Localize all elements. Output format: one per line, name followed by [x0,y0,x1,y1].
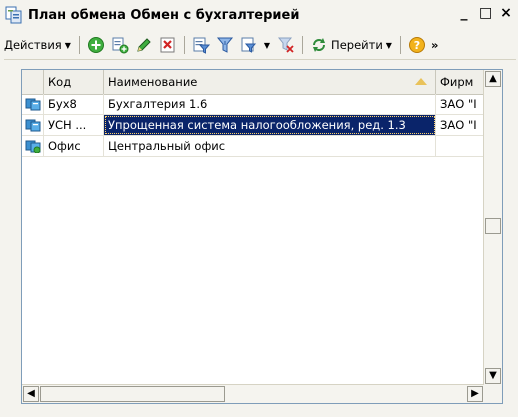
chevron-down-icon[interactable]: ▼ [264,41,270,50]
scroll-left-button[interactable]: ◀ [23,386,39,402]
horizontal-scroll-thumb[interactable] [40,386,225,402]
scroll-right-button[interactable]: ▶ [467,386,483,402]
clear-filter-icon[interactable] [277,36,295,54]
header-name[interactable]: Наименование [104,70,436,94]
row-firm [436,136,484,156]
delete-icon[interactable] [159,36,177,54]
maximize-button[interactable]: □ [479,6,492,20]
node-this-icon [22,136,44,156]
edit-icon[interactable] [135,36,153,54]
scroll-corner [484,385,502,403]
grid-header: Код Наименование Фирм [22,70,484,95]
header-name-label: Наименование [108,75,198,89]
window-title: План обмена Обмен с бухгалтерией [28,7,300,23]
filter-dropdown-icon[interactable] [240,36,258,54]
table-row[interactable]: Бух8 Бухгалтерия 1.6 ЗАО "I [22,94,484,115]
chevron-down-icon: ▼ [385,40,392,50]
vertical-scrollbar[interactable]: ▲ ▼ [483,70,502,385]
table-row-selected[interactable]: УСН ... Упрощенная система налогообложен… [22,115,484,136]
row-code: Офис [44,136,104,156]
row-name: Упрощенная система налогообложения, ред.… [104,115,436,135]
table-row[interactable]: Офис Центральный офис [22,136,484,157]
toolbar-separator [78,36,80,54]
minimize-button[interactable]: _ [458,6,470,20]
header-icon-column[interactable] [22,70,44,94]
toolbar: Действия ▼ ▼ Перейти ▼ ? » [4,31,516,60]
scroll-up-button[interactable]: ▲ [485,71,501,87]
row-code: УСН ... [44,115,104,135]
horizontal-scrollbar[interactable]: ◀ ▶ [22,384,484,403]
filter-icon[interactable] [192,36,210,54]
help-icon[interactable]: ? [408,36,426,54]
exchange-plan-icon [5,6,22,24]
toolbar-separator [302,36,304,54]
node-icon [22,115,44,135]
grid-body: Бух8 Бухгалтерия 1.6 ЗАО "I УСН ... Упро… [22,94,484,157]
sort-ascending-icon [415,78,427,85]
goto-label: Перейти [331,38,383,52]
node-icon [22,94,44,114]
more-button[interactable]: » [431,38,438,52]
exchange-plan-window: План обмена Обмен с бухгалтерией _ □ × Д… [0,0,518,417]
header-code[interactable]: Код [44,70,104,94]
svg-text:?: ? [414,39,420,52]
vertical-scroll-thumb[interactable] [485,218,501,234]
title-bar[interactable]: План обмена Обмен с бухгалтерией _ □ × [0,0,518,30]
copy-icon[interactable] [111,36,129,54]
goto-menu[interactable]: Перейти ▼ [331,38,396,52]
header-firm[interactable]: Фирм [436,70,484,94]
toolbar-separator [183,36,185,54]
row-firm: ЗАО "I [436,94,484,114]
add-icon[interactable] [87,36,105,54]
row-name: Бухгалтерия 1.6 [104,94,436,114]
chevron-down-icon: ▼ [64,40,71,50]
records-grid[interactable]: Код Наименование Фирм Бух8 Бухгалтерия 1… [21,69,503,404]
row-name: Центральный офис [104,136,436,156]
actions-label: Действия [4,38,62,52]
row-code: Бух8 [44,94,104,114]
actions-menu[interactable]: Действия ▼ [4,38,75,52]
refresh-icon[interactable] [310,36,328,54]
row-firm: ЗАО "I [436,115,484,135]
filter-by-value-icon[interactable] [216,36,234,54]
toolbar-separator [399,36,401,54]
close-button[interactable]: × [500,6,512,20]
scroll-down-button[interactable]: ▼ [485,368,501,384]
